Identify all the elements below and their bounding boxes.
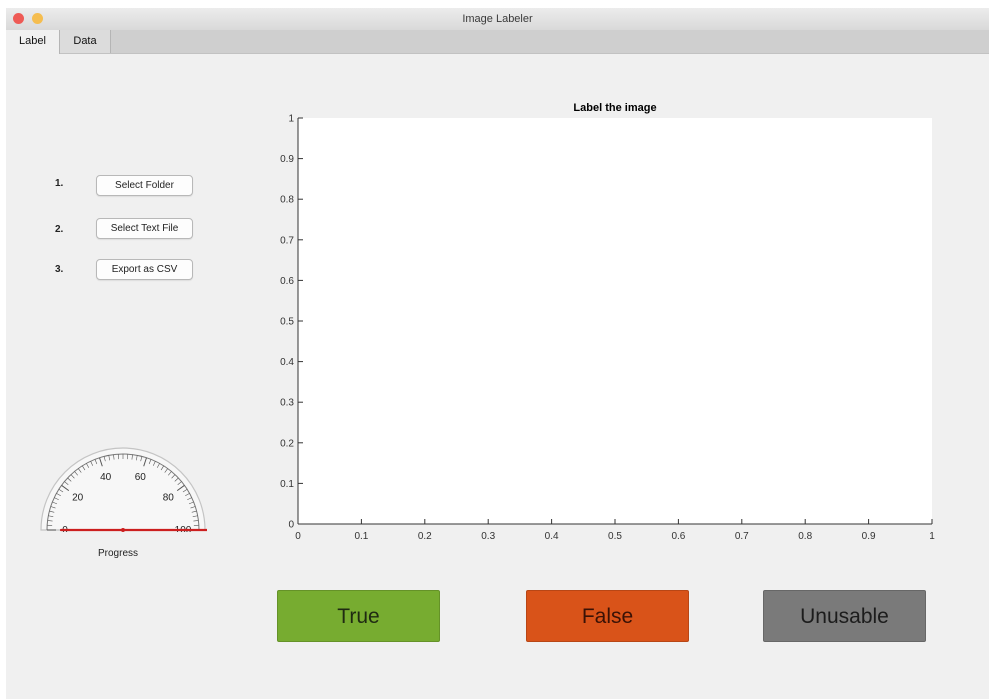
x-tick-label: 0.4: [545, 531, 559, 542]
x-tick-label: 0.5: [608, 531, 622, 542]
tab-label[interactable]: Label: [6, 30, 60, 54]
true-button[interactable]: True: [277, 590, 440, 642]
tab-bar: Label Data: [6, 30, 989, 54]
y-tick-label: 0.4: [280, 357, 294, 368]
title-bar: Image Labeler: [6, 8, 989, 31]
x-tick-label: 0.8: [798, 531, 812, 542]
gauge-face: [40, 447, 206, 531]
y-tick-label: 0.3: [280, 398, 294, 409]
progress-gauge: 0 20 40 60 80 100: [40, 447, 207, 532]
false-button[interactable]: False: [526, 590, 689, 642]
gauge-needle-hub: [121, 528, 125, 532]
x-tick-label: 0: [295, 531, 301, 542]
y-tick-label: 0.2: [280, 438, 294, 449]
select-folder-button[interactable]: Select Folder: [96, 175, 193, 196]
gauge-tick-label: 20: [72, 493, 84, 504]
y-tick-label: 0: [288, 520, 294, 531]
gauge-tick-label: 60: [135, 472, 147, 483]
x-tick-label: 0.2: [418, 531, 432, 542]
x-tick-label: 1: [929, 531, 935, 542]
y-tick-label: 1: [288, 114, 294, 125]
progress-label: Progress: [98, 548, 139, 559]
window-title: Image Labeler: [462, 13, 533, 25]
y-tick-label: 0.5: [280, 317, 294, 328]
select-text-file-button[interactable]: Select Text File: [96, 218, 193, 239]
y-tick-label: 0.6: [280, 276, 294, 287]
y-tick-label: 0.9: [280, 154, 294, 165]
gauge-tick-label: 80: [163, 493, 175, 504]
step-number-2: 2.: [55, 224, 64, 235]
app-window: Image Labeler Label Data 1. Select Folde…: [6, 8, 989, 699]
export-csv-button[interactable]: Export as CSV: [96, 259, 193, 280]
x-tick-label: 0.3: [481, 531, 495, 542]
image-axes: 0 0.1 0.2 0.3 0.4 0.5 0.6 0.7 0.8 0.9 1 0 0.1 0.2 0.3…: [280, 114, 935, 543]
axes-plot-area: [298, 118, 932, 524]
y-tick-label: 0.7: [280, 235, 294, 246]
x-tick-label: 0.6: [671, 531, 685, 542]
x-tick-label: 0.1: [354, 531, 368, 542]
x-tick-label: 0.7: [735, 531, 749, 542]
y-tick-label: 0.1: [280, 479, 294, 490]
x-tick-label: 0.9: [862, 531, 876, 542]
unusable-button[interactable]: Unusable: [763, 590, 926, 642]
tab-data[interactable]: Data: [60, 30, 111, 53]
y-tick-label: 0.8: [280, 195, 294, 206]
step-number-3: 3.: [55, 264, 64, 275]
gauge-tick-label: 40: [100, 472, 112, 483]
step-number-1: 1.: [55, 178, 64, 189]
